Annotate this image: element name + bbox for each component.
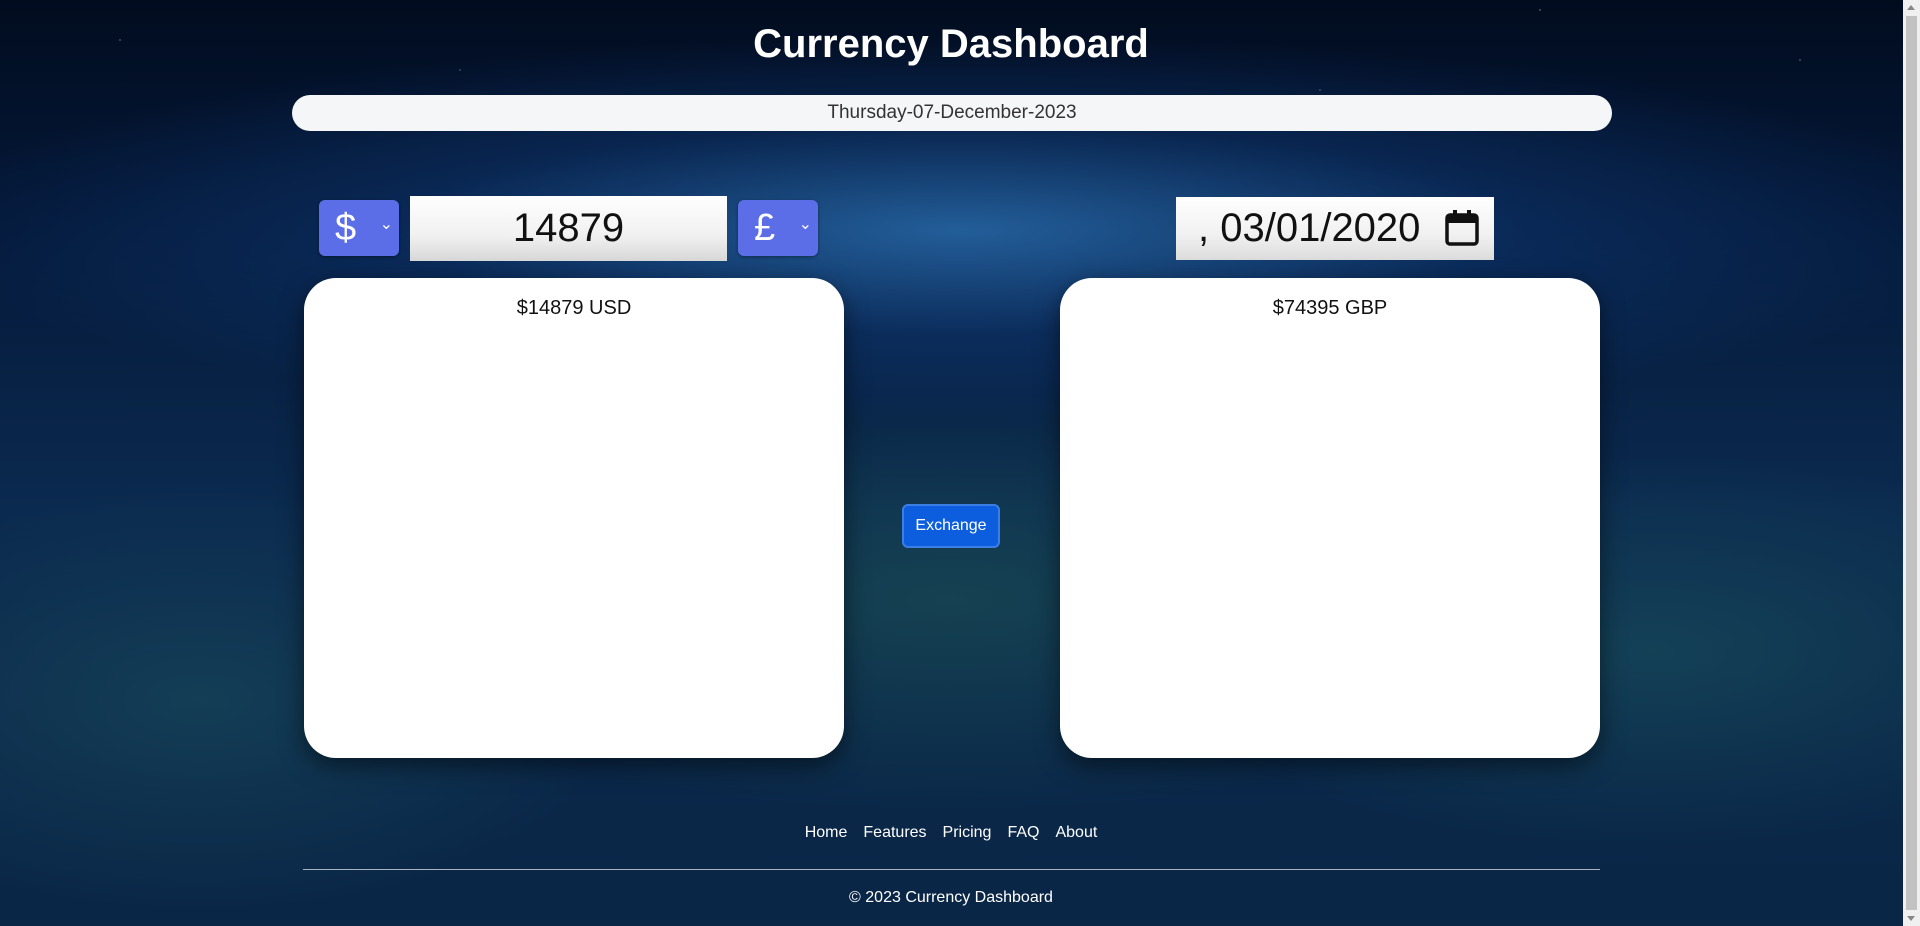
to-amount-card: $74395 GBP: [1060, 278, 1600, 758]
vertical-scrollbar[interactable]: [1903, 0, 1920, 926]
footer-divider: [303, 869, 1600, 870]
scroll-down-arrow-icon[interactable]: [1907, 916, 1915, 921]
exchange-button[interactable]: Exchange: [902, 504, 1000, 548]
current-date-bar: Thursday-07-December-2023: [292, 95, 1612, 131]
to-amount-value: $74395 GBP: [1272, 297, 1388, 319]
page-title: Currency Dashboard: [753, 22, 1149, 66]
date-input-value: , 03/01/2020: [1198, 206, 1421, 250]
nav-link-pricing[interactable]: Pricing: [943, 824, 992, 842]
from-currency-value: $: [335, 206, 357, 249]
footer-nav: Home Features Pricing FAQ About: [0, 824, 1902, 842]
from-currency-select[interactable]: $ ⌄: [319, 200, 399, 256]
from-amount-value: $14879 USD: [516, 297, 632, 319]
from-amount-card: $14879 USD: [304, 278, 844, 758]
chevron-down-icon: ⌄: [798, 216, 812, 233]
nav-link-home[interactable]: Home: [805, 824, 848, 842]
nav-link-features[interactable]: Features: [863, 824, 926, 842]
date-input[interactable]: , 03/01/2020: [1176, 197, 1494, 260]
scrollbar-thumb[interactable]: [1906, 16, 1917, 910]
scroll-up-arrow-icon[interactable]: [1907, 5, 1915, 10]
nav-link-faq[interactable]: FAQ: [1007, 824, 1039, 842]
calendar-icon[interactable]: [1444, 209, 1480, 257]
current-date-text: Thursday-07-December-2023: [827, 102, 1077, 123]
chevron-down-icon: ⌄: [379, 216, 393, 233]
background-stars: [0, 0, 1920, 926]
to-currency-select[interactable]: £ ⌄: [738, 200, 818, 256]
nav-link-about[interactable]: About: [1055, 824, 1097, 842]
amount-input[interactable]: [410, 196, 727, 261]
to-currency-value: £: [754, 206, 776, 249]
copyright-text: © 2023 Currency Dashboard: [849, 889, 1053, 906]
